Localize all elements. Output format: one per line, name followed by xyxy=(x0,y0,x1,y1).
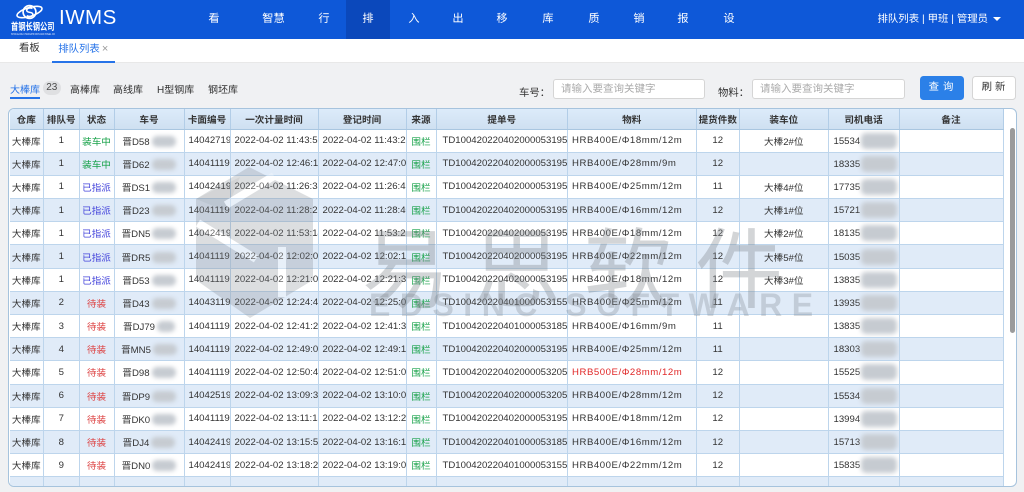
svg-text:SHOUGANG CHANGZHI IRON AND STE: SHOUGANG CHANGZHI IRON AND STEEL CO xyxy=(11,32,55,36)
